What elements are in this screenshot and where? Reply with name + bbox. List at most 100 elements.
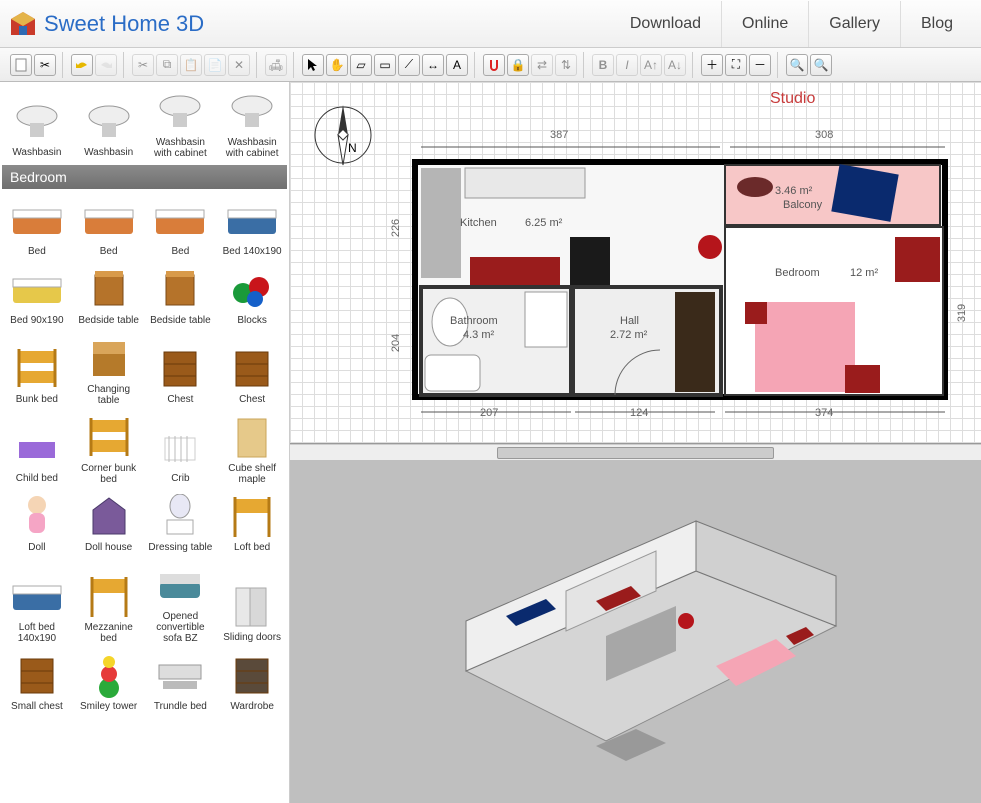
catalog-item[interactable]: Bed: [74, 193, 144, 260]
zoom-fit-button[interactable]: ⛶: [725, 54, 747, 76]
increase-font-button[interactable]: A↑: [640, 54, 662, 76]
catalog-item[interactable]: Doll house: [74, 489, 144, 556]
room-hall-name: Hall: [620, 315, 639, 327]
catalog-item[interactable]: Bed: [2, 193, 72, 260]
catalog-item[interactable]: Trundle bed: [146, 648, 216, 715]
catalog-item[interactable]: Changing table: [74, 331, 144, 408]
furniture-icon: [149, 422, 211, 472]
catalog-item[interactable]: Small chest: [2, 648, 72, 715]
furniture-icon: [6, 422, 68, 472]
room-tool[interactable]: ▭: [374, 54, 396, 76]
catalog-item-label: Child bed: [16, 473, 58, 485]
catalog-item[interactable]: Cube shelf maple: [217, 410, 287, 487]
catalog-item-label: Bed 140x190: [223, 246, 282, 258]
nav-blog[interactable]: Blog: [900, 1, 973, 47]
catalog-item[interactable]: Sliding doors: [217, 558, 287, 646]
room-bathroom-area: 4.3 m²: [463, 329, 494, 341]
furniture-icon: [78, 333, 140, 383]
paste-button[interactable]: 📋: [180, 54, 202, 76]
main-area: WashbasinWashbasinWashbasin with cabinet…: [0, 82, 981, 803]
flip-h-button[interactable]: ⇄: [531, 54, 553, 76]
catalog-item[interactable]: Child bed: [2, 410, 72, 487]
catalog-item[interactable]: Opened convertible sofa BZ: [146, 558, 216, 646]
dimension-tool[interactable]: ↔: [422, 54, 444, 76]
redo-button[interactable]: [95, 54, 117, 76]
magnetism-button[interactable]: [483, 54, 505, 76]
catalog-item[interactable]: Bedside table: [74, 262, 144, 329]
zoom-in-button[interactable]: ＋: [701, 54, 723, 76]
catalog-item[interactable]: Bed 90x190: [2, 262, 72, 329]
decrease-font-button[interactable]: A↓: [664, 54, 686, 76]
catalog-item[interactable]: Loft bed 140x190: [2, 558, 72, 646]
catalog-item[interactable]: Washbasin with cabinet: [217, 84, 287, 161]
catalog-item[interactable]: Crib: [146, 410, 216, 487]
catalog-item[interactable]: Washbasin with cabinet: [146, 84, 216, 161]
catalog-item[interactable]: Dressing table: [146, 489, 216, 556]
dim-left1: 226: [390, 219, 402, 237]
select-tool[interactable]: [302, 54, 324, 76]
text-tool[interactable]: A: [446, 54, 468, 76]
dim-bot2: 124: [630, 407, 648, 419]
undo-button[interactable]: [71, 54, 93, 76]
search2-button[interactable]: 🔍: [810, 54, 832, 76]
search-button[interactable]: 🔍: [786, 54, 808, 76]
room-hall-area: 2.72 m²: [610, 329, 647, 341]
catalog-item[interactable]: Washbasin: [74, 84, 144, 161]
catalog-item-label: Bed: [171, 246, 189, 258]
furniture-icon: [149, 650, 211, 700]
open-button[interactable]: ✂: [34, 54, 56, 76]
catalog-item[interactable]: Bed: [146, 193, 216, 260]
wall-tool[interactable]: ▱: [350, 54, 372, 76]
catalog-item-label: Washbasin: [12, 147, 61, 159]
room-bathroom-name: Bathroom: [450, 315, 498, 327]
catalog-item[interactable]: Washbasin: [2, 84, 72, 161]
catalog-item[interactable]: Smiley tower: [74, 648, 144, 715]
catalog-item[interactable]: Bedside table: [146, 262, 216, 329]
catalog-item[interactable]: Chest: [217, 331, 287, 408]
scroll-thumb[interactable]: [497, 447, 773, 459]
catalog-item[interactable]: Loft bed: [217, 489, 287, 556]
cut-button[interactable]: ✂: [132, 54, 154, 76]
nav-online[interactable]: Online: [721, 1, 808, 47]
catalog-item[interactable]: Bunk bed: [2, 331, 72, 408]
catalog-item[interactable]: Chest: [146, 331, 216, 408]
3d-model[interactable]: [396, 481, 876, 781]
furniture-icon: [149, 195, 211, 245]
new-button[interactable]: [10, 54, 32, 76]
delete-button[interactable]: ✕: [228, 54, 250, 76]
catalog-item-label: Chest: [239, 394, 265, 406]
furniture-icon: [149, 86, 211, 136]
catalog-item[interactable]: Corner bunk bed: [74, 410, 144, 487]
lock-button[interactable]: 🔒: [507, 54, 529, 76]
copy-button[interactable]: ⧉: [156, 54, 178, 76]
paste-style-button[interactable]: 📄: [204, 54, 226, 76]
plan-scrollbar-h[interactable]: [290, 444, 981, 460]
dim-top2: 308: [815, 129, 833, 141]
nav-download[interactable]: Download: [610, 1, 721, 47]
app-header: Sweet Home 3D Download Online Gallery Bl…: [0, 0, 981, 48]
pan-tool[interactable]: ✋: [326, 54, 348, 76]
3d-view[interactable]: [290, 460, 981, 803]
furniture-icon: [221, 581, 283, 631]
flip-v-button[interactable]: ⇅: [555, 54, 577, 76]
zoom-out-button[interactable]: －: [749, 54, 771, 76]
add-furniture-button[interactable]: 🛋: [265, 54, 287, 76]
catalog-item-label: Chest: [167, 394, 193, 406]
category-header[interactable]: Bedroom: [2, 165, 287, 189]
catalog-item[interactable]: Mezzanine bed: [74, 558, 144, 646]
italic-button[interactable]: I: [616, 54, 638, 76]
catalog-item[interactable]: Blocks: [217, 262, 287, 329]
plan-view[interactable]: Studio N: [290, 82, 981, 444]
polyline-tool[interactable]: ⟋: [398, 54, 420, 76]
catalog-item[interactable]: Doll: [2, 489, 72, 556]
floorplan[interactable]: 387 308 226 204 319 207 124 374 Kitchen …: [405, 127, 955, 427]
furniture-icon: [221, 264, 283, 314]
catalog-item-label: Bedside table: [78, 315, 139, 327]
furniture-catalog[interactable]: WashbasinWashbasinWashbasin with cabinet…: [0, 82, 290, 803]
catalog-item-label: Sliding doors: [223, 632, 281, 644]
catalog-item-label: Trundle bed: [154, 701, 207, 713]
nav-gallery[interactable]: Gallery: [808, 1, 900, 47]
catalog-item[interactable]: Bed 140x190: [217, 193, 287, 260]
bold-button[interactable]: B: [592, 54, 614, 76]
catalog-item[interactable]: Wardrobe: [217, 648, 287, 715]
